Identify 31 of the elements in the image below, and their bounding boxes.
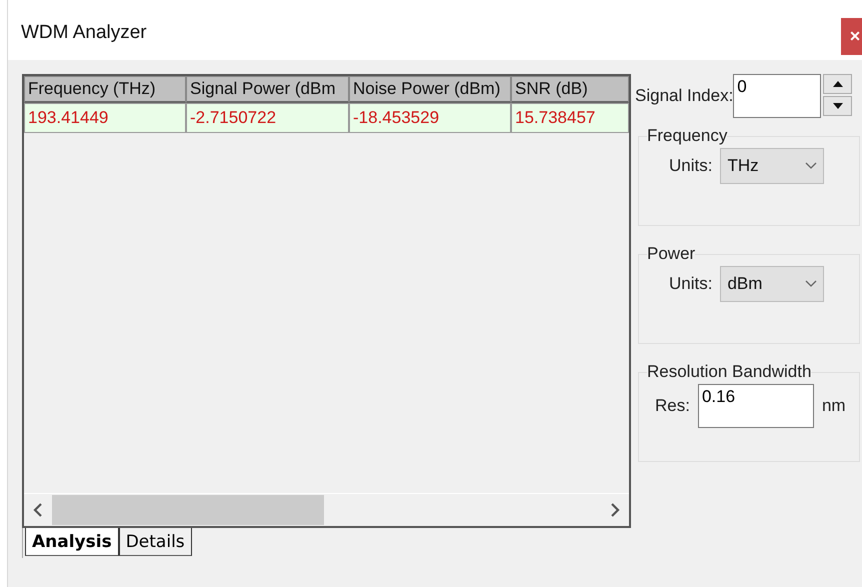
units-label: Units: [669, 274, 712, 294]
close-button[interactable]: × [841, 18, 862, 55]
tab[interactable]: Details [118, 528, 192, 556]
table-cell: 15.738457 [511, 103, 629, 133]
signal-index-field[interactable]: 0 [733, 74, 822, 118]
triangle-up-icon [832, 81, 843, 87]
column-header[interactable]: Noise Power (dBm) [349, 76, 511, 103]
table-cell: -2.7150722 [186, 103, 349, 133]
column-header[interactable]: Signal Power (dBm [186, 76, 349, 103]
chevron-down-icon [805, 280, 818, 288]
triangle-down-icon [832, 103, 843, 109]
window-title: WDM Analyzer [21, 22, 147, 44]
table-cell: 193.41449 [24, 103, 186, 133]
spin-down-button[interactable] [823, 96, 852, 116]
scrollbar-thumb[interactable] [52, 495, 324, 525]
column-header[interactable]: Frequency (THz) [24, 76, 186, 103]
resolution-field[interactable]: 0.16 [698, 384, 814, 428]
group-title: Power [647, 244, 696, 264]
column-header[interactable]: SNR (dB) [511, 76, 629, 103]
units-label: Units: [669, 156, 712, 176]
unit-label: nm [822, 396, 846, 416]
res-label: Res: [655, 396, 690, 416]
units-dropdown[interactable]: dBm [720, 266, 824, 302]
chevron-down-icon [805, 162, 818, 170]
signal-index-label: Signal Index: [635, 86, 734, 106]
group-title: Resolution Bandwidth [647, 362, 812, 382]
units-dropdown[interactable]: THz [720, 148, 824, 184]
group-title: Frequency [647, 126, 728, 146]
spin-up-button[interactable] [823, 74, 852, 94]
table-cell: -18.453529 [349, 103, 511, 133]
tab[interactable]: Analysis [25, 528, 119, 556]
